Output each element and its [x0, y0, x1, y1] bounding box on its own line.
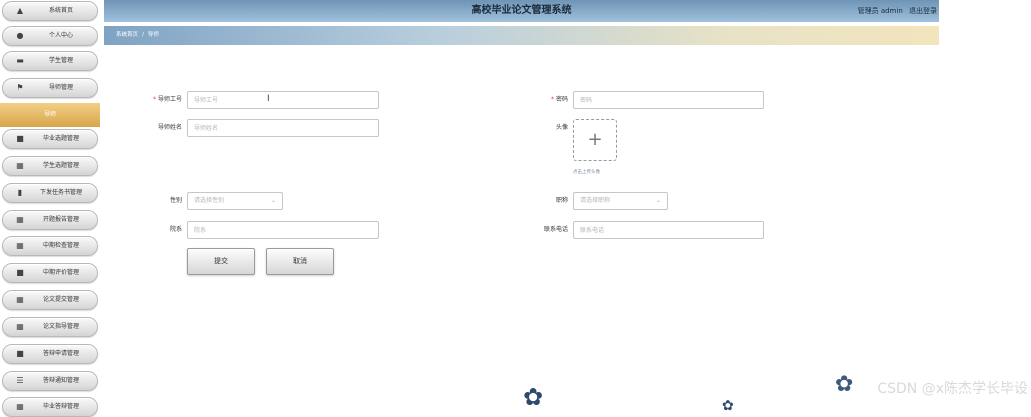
- sidebar-item-midterm-check[interactable]: ▦ 中期检查管理: [2, 236, 98, 256]
- list-icon: ■: [16, 134, 24, 143]
- sidebar-item-label: 答辩通知管理: [42, 377, 79, 384]
- phone-input[interactable]: [573, 221, 764, 239]
- flower-decoration-icon: ✿: [722, 398, 734, 414]
- breadcrumb: 系统首页 / 导师: [116, 26, 159, 45]
- bar-chart-icon: ▮: [17, 188, 23, 197]
- sidebar-item-label: 论文提交管理: [42, 296, 79, 303]
- breadcrumb-current: 导师: [147, 32, 159, 38]
- phone-label: 联系电话: [543, 226, 568, 233]
- sidebar-item-label: 中期评价管理: [42, 269, 79, 276]
- sidebar-item-label: 系统首页: [48, 7, 73, 14]
- top-header: 高校毕业论文管理系统 管理员 admin 退出登录: [104, 0, 939, 22]
- grid-icon: ▦: [16, 215, 24, 224]
- cancel-button[interactable]: 取消: [266, 248, 334, 275]
- text-cursor-icon: I: [267, 94, 270, 104]
- gender-label: 性别: [169, 197, 182, 204]
- required-mark: *: [152, 96, 156, 103]
- breadcrumb-home[interactable]: 系统首页: [116, 32, 138, 38]
- grid-icon: ▦: [16, 295, 24, 304]
- title-label: 职称: [555, 197, 568, 204]
- sidebar-item-home[interactable]: ▲ 系统首页: [2, 1, 98, 21]
- password-label: * 密码: [500, 91, 568, 109]
- department-input[interactable]: [187, 221, 379, 239]
- sidebar-subitem-mentor[interactable]: 导师: [0, 103, 100, 127]
- flower-decoration-icon: ✿: [523, 383, 544, 411]
- sidebar-item-label: 中期检查管理: [42, 242, 79, 249]
- sidebar: ▲ 系统首页 ● 个人中心 ▬ 学生管理 ⚑ 导师管理 导师 ■ 毕业选题管理 …: [0, 0, 104, 417]
- sidebar-item-tasks[interactable]: ▮ 下发任务书管理: [2, 183, 98, 203]
- avatar-upload-hint: 点击上传头像: [573, 170, 600, 175]
- avatar-label: 头像: [555, 124, 568, 131]
- plus-icon: +: [587, 129, 603, 150]
- chevron-down-icon: ⌄: [270, 197, 276, 204]
- doc-icon: ■: [16, 349, 24, 358]
- sidebar-item-defense-notice[interactable]: ☰ 答辩通知管理: [2, 371, 98, 391]
- sidebar-item-thesis-guide[interactable]: ▦ 论文指导管理: [2, 317, 98, 337]
- password-input[interactable]: [573, 91, 764, 109]
- sidebar-item-label: 导师管理: [48, 84, 73, 91]
- user-role: 管理员: [857, 7, 879, 15]
- breadcrumb-separator: /: [142, 32, 144, 38]
- sidebar-item-mentors[interactable]: ⚑ 导师管理: [2, 78, 98, 98]
- sidebar-item-proposals[interactable]: ▦ 开题报告管理: [2, 210, 98, 230]
- sidebar-item-student-topics[interactable]: ▦ 学生选题管理: [2, 156, 98, 176]
- title-select[interactable]: 请选择职称 ⌄: [573, 192, 668, 210]
- required-mark: *: [550, 96, 554, 103]
- breadcrumb-bar: 系统首页 / 导师: [104, 26, 939, 45]
- sidebar-item-label: 开题报告管理: [42, 216, 79, 223]
- user-name: admin: [880, 7, 903, 15]
- user-icon: ●: [16, 31, 24, 40]
- sidebar-item-label: 毕业选题管理: [42, 135, 79, 142]
- watermark: CSDN @x陈杰学长毕设: [877, 381, 1028, 397]
- chevron-down-icon: ⌄: [655, 197, 661, 204]
- grid-icon: ▦: [16, 402, 24, 411]
- menu-icon: ☰: [16, 376, 24, 385]
- mentor-id-input[interactable]: [187, 91, 379, 109]
- mentor-name-input[interactable]: [187, 119, 379, 137]
- sidebar-item-label: 论文指导管理: [42, 323, 79, 330]
- grid-icon: ▦: [16, 322, 24, 331]
- flower-decoration-icon: ✿: [835, 372, 854, 397]
- mentor-id-label: * 导师工号: [120, 91, 182, 109]
- department-label: 院系: [169, 226, 182, 233]
- grid-icon: ▦: [16, 161, 24, 170]
- sidebar-item-profile[interactable]: ● 个人中心: [2, 26, 98, 46]
- title-placeholder: 请选择职称: [580, 197, 611, 204]
- sidebar-item-students[interactable]: ▬ 学生管理: [2, 51, 98, 71]
- gender-placeholder: 请选择性别: [194, 197, 225, 204]
- home-icon: ▲: [16, 6, 24, 15]
- logout-link[interactable]: 退出登录: [909, 7, 937, 15]
- submit-button[interactable]: 提交: [187, 248, 255, 275]
- user-info: 管理员 admin 退出登录: [858, 0, 937, 22]
- mentor-id-label-text: 导师工号: [157, 96, 182, 103]
- gender-select[interactable]: 请选择性别 ⌄: [187, 192, 283, 210]
- flag-icon: ⚑: [16, 83, 24, 92]
- sidebar-item-defense[interactable]: ▦ 毕业答辩管理: [2, 397, 98, 417]
- sidebar-item-midterm-eval[interactable]: ■ 中期评价管理: [2, 263, 98, 283]
- mentor-name-label: 导师姓名: [157, 124, 182, 131]
- sidebar-item-label: 学生选题管理: [42, 162, 79, 169]
- password-label-text: 密码: [555, 96, 568, 103]
- app-title: 高校毕业论文管理系统: [471, 5, 572, 16]
- grid-icon: ▦: [16, 241, 24, 250]
- sidebar-item-label: 毕业答辩管理: [42, 403, 79, 410]
- sidebar-item-label: 答辩申请管理: [42, 350, 79, 357]
- sidebar-item-label: 个人中心: [48, 32, 73, 39]
- sidebar-item-topics[interactable]: ■ 毕业选题管理: [2, 129, 98, 149]
- doc-icon: ■: [16, 268, 24, 277]
- sidebar-item-defense-apply[interactable]: ■ 答辩申请管理: [2, 344, 98, 364]
- sidebar-item-label: 学生管理: [48, 57, 73, 64]
- sidebar-item-thesis-submit[interactable]: ▦ 论文提交管理: [2, 290, 98, 310]
- avatar-upload[interactable]: +: [573, 119, 617, 161]
- student-icon: ▬: [16, 56, 24, 65]
- sidebar-item-label: 下发任务书管理: [39, 189, 82, 196]
